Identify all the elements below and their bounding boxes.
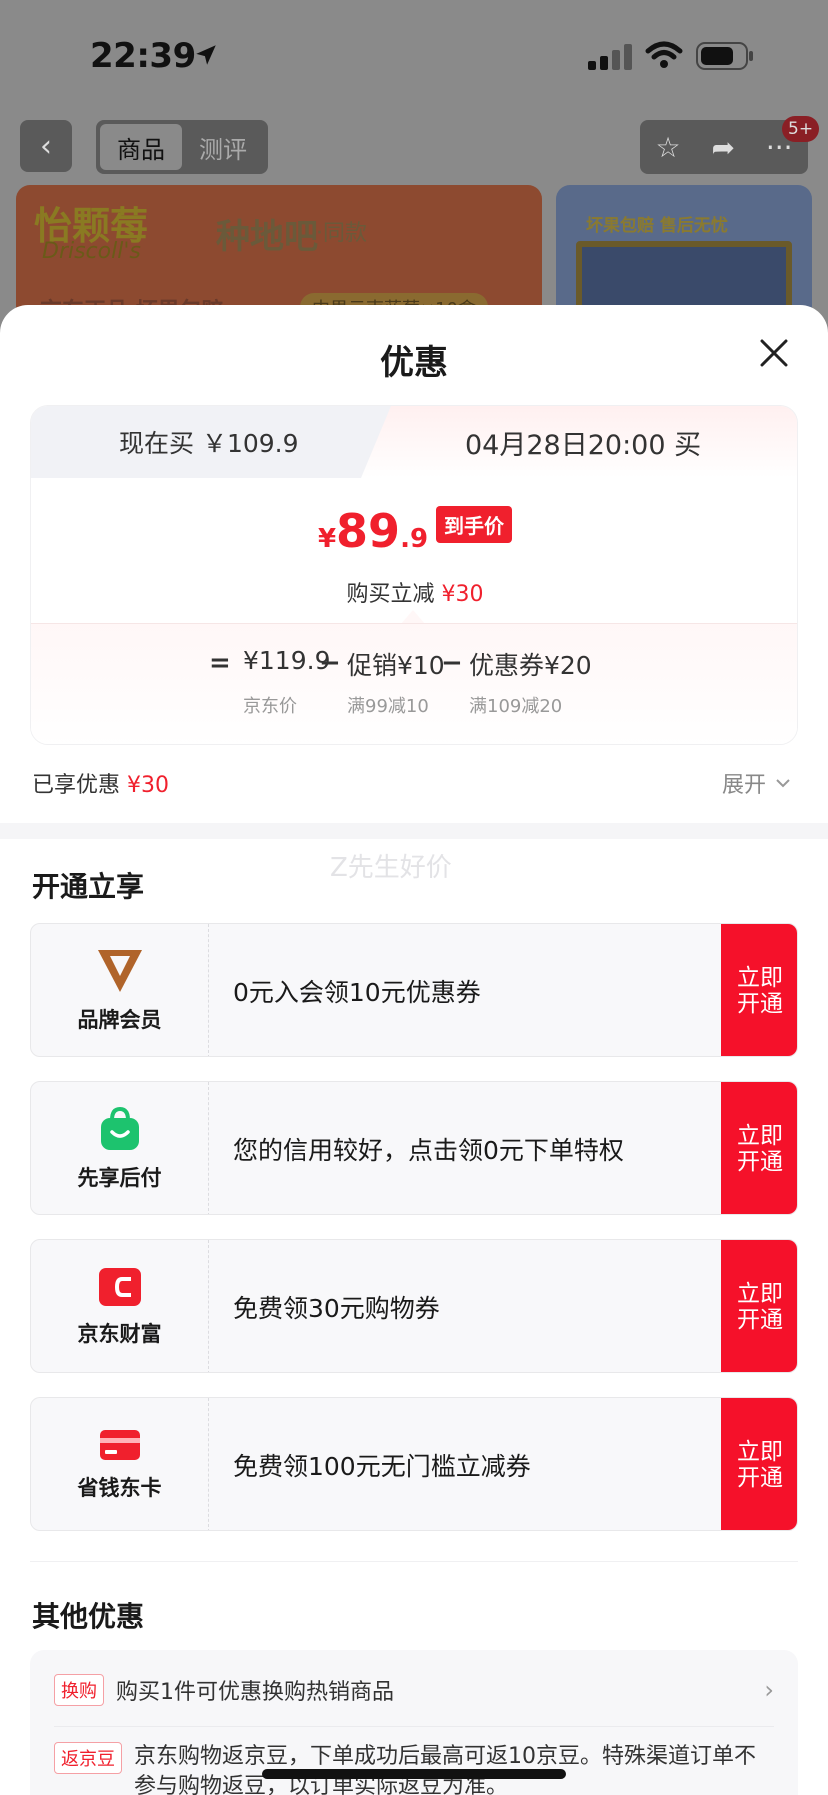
- cellular-signal-icon: [588, 44, 632, 70]
- buy-time-tabs: 现在买 ￥109.9 04月28日20:00 买: [31, 406, 797, 478]
- breakdown-jd-price-label: 京东价: [243, 696, 297, 717]
- chevron-left-icon: ‹: [40, 128, 52, 164]
- equals-sign: =: [209, 648, 231, 678]
- enjoyed-discount: 已享优惠 ¥30: [32, 767, 169, 799]
- other-offer-divider: [54, 1726, 774, 1727]
- cta-line2: 开通: [737, 1307, 783, 1333]
- offer-brand-col: 省钱东卡: [31, 1398, 209, 1530]
- final-price-integer: 89: [336, 504, 401, 558]
- offer-brand-name: 品牌会员: [77, 1008, 162, 1032]
- offer-brand-name: 先享后付: [77, 1166, 162, 1190]
- cta-line1: 立即: [737, 1438, 783, 1465]
- shopping-bag-icon: [100, 1106, 139, 1150]
- offer-brand-col: 京东财富: [31, 1240, 209, 1372]
- chevron-down-icon: [776, 779, 790, 788]
- status-time: 22:39: [90, 36, 196, 76]
- breakdown-coupon: 优惠券¥20: [469, 651, 592, 680]
- cta-line1: 立即: [737, 1122, 783, 1149]
- banner-same-style: ·同款: [316, 221, 367, 246]
- breakdown-coupon-rule: 满109减20: [469, 696, 563, 717]
- expand-button[interactable]: 展开: [722, 767, 790, 799]
- chevron-right-icon: ›: [764, 1676, 774, 1704]
- cta-line1: 立即: [737, 1280, 783, 1307]
- share-icon[interactable]: ➦: [711, 131, 734, 164]
- cta-line2: 开通: [737, 1149, 783, 1175]
- product-page-background: 22:39 ‹ 商品 测评 ☆ ➦ ··· 5+ 怡颗莓 Driscoll's …: [0, 0, 828, 345]
- minus-sign: −: [319, 648, 341, 678]
- wallet-icon: [98, 1268, 141, 1306]
- section-divider-line: [30, 1561, 798, 1562]
- open-now-button[interactable]: 立即 开通: [721, 1398, 797, 1530]
- breakdown-promo-rule: 满99减10: [347, 696, 429, 717]
- other-section-title: 其他优惠: [32, 1600, 145, 1633]
- final-price-yen: ¥: [317, 524, 337, 554]
- watermark: Z先生好价: [330, 853, 452, 883]
- sheet-title: 优惠: [380, 343, 448, 383]
- instant-reduce-amount: ¥30: [441, 582, 484, 607]
- offer-brand-col: 先享后付: [31, 1082, 209, 1214]
- other-offer-exchange[interactable]: 换购 购买1件可优惠换购热销商品 ›: [54, 1670, 774, 1710]
- price-detail: ¥ 89 .9 到手价 购买立减 ¥30 = ¥119.9 京东价 − 促销¥1…: [31, 478, 797, 744]
- offer-saving-card[interactable]: 省钱东卡 免费领100元无门槛立减券 立即 开通: [30, 1397, 798, 1531]
- enjoyed-amount: ¥30: [127, 773, 170, 798]
- exchange-tag: 换购: [54, 1674, 104, 1706]
- offer-brand-name: 京东财富: [77, 1322, 162, 1346]
- breakdown-promo: 促销¥10: [347, 651, 445, 680]
- open-now-button[interactable]: 立即 开通: [721, 1240, 797, 1372]
- battery-icon: [696, 42, 753, 70]
- offer-jd-wealth[interactable]: 京东财富 免费领30元购物券 立即 开通: [30, 1239, 798, 1373]
- minus-sign: −: [441, 648, 463, 678]
- offer-brand-name: 省钱东卡: [77, 1476, 162, 1500]
- instant-reduce-label: 购买立减: [346, 582, 435, 607]
- notification-badge: 5+: [782, 116, 820, 142]
- open-now-button[interactable]: 立即 开通: [721, 924, 797, 1056]
- breakdown-jd-price: ¥119.9: [243, 646, 331, 675]
- exchange-text: 购买1件可优惠换购热销商品: [116, 1680, 394, 1705]
- offer-brand-member[interactable]: 品牌会员 0元入会领10元优惠券 立即 开通: [30, 923, 798, 1057]
- section-divider: [0, 823, 828, 839]
- expand-label: 展开: [722, 773, 767, 798]
- vip-v-icon: [97, 950, 142, 992]
- cta-line2: 开通: [737, 1465, 783, 1491]
- open-now-button[interactable]: 立即 开通: [721, 1082, 797, 1214]
- back-button[interactable]: ‹: [20, 120, 72, 172]
- tab-buy-later[interactable]: 04月28日20:00 买: [361, 406, 797, 478]
- instant-reduce: 购买立减 ¥30: [31, 576, 797, 608]
- tab-buy-now[interactable]: 现在买 ￥109.9: [31, 406, 391, 478]
- tab-product[interactable]: 商品: [100, 124, 182, 170]
- price-breakdown: = ¥119.9 京东价 − 促销¥10 满99减10 − 优惠券¥20 满10…: [31, 623, 797, 744]
- enjoyed-label: 已享优惠: [32, 773, 121, 798]
- tab-review[interactable]: 测评: [182, 124, 264, 170]
- offer-text: 免费领30元购物券: [233, 1294, 440, 1323]
- close-icon[interactable]: [756, 335, 792, 371]
- final-price: ¥ 89 .9 到手价: [31, 504, 797, 558]
- offer-pay-later[interactable]: 先享后付 您的信用较好，点击领0元下单特权 立即 开通: [30, 1081, 798, 1215]
- offer-text: 免费领100元无门槛立减券: [233, 1452, 531, 1481]
- offer-text: 0元入会领10元优惠券: [233, 978, 481, 1007]
- card-icon: [99, 1430, 140, 1460]
- cta-line2: 开通: [737, 991, 783, 1017]
- banner-show-title: 种地吧: [216, 217, 318, 257]
- banner-brand-en: Driscoll's: [42, 239, 141, 264]
- status-bar: 22:39: [0, 0, 828, 110]
- jingdou-tag: 返京豆: [54, 1742, 122, 1774]
- offer-text: 您的信用较好，点击领0元下单特权: [233, 1136, 624, 1165]
- price-card: 现在买 ￥109.9 04月28日20:00 买 ¥ 89 .9 到手价 购买立…: [30, 405, 798, 745]
- product-tabs: 商品 测评: [96, 120, 268, 174]
- location-arrow-icon: [196, 45, 216, 65]
- cta-line1: 立即: [737, 964, 783, 991]
- final-price-decimal: .9: [400, 524, 429, 554]
- home-indicator[interactable]: [262, 1769, 566, 1779]
- star-icon[interactable]: ☆: [655, 131, 680, 164]
- final-price-badge: 到手价: [436, 506, 513, 543]
- wifi-icon: [645, 41, 683, 68]
- breakdown-caret: [401, 610, 425, 624]
- service-banner-text: 坏果包赔 售后无忧: [586, 216, 728, 236]
- offer-brand-col: 品牌会员: [31, 924, 209, 1056]
- discount-sheet: 优惠 现在买 ￥109.9 04月28日20:00 买 ¥ 89 .9 到手价 …: [0, 305, 828, 1795]
- open-section-title: 开通立享: [32, 870, 145, 903]
